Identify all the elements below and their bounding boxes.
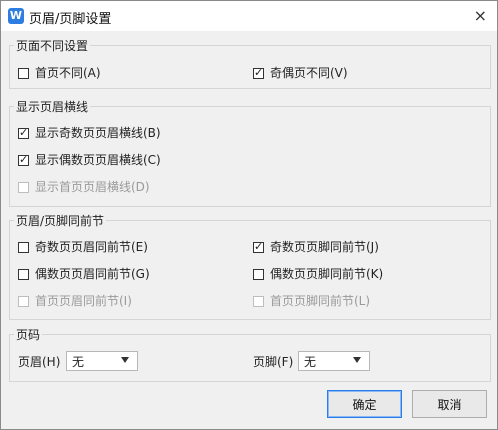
close-icon[interactable]: × bbox=[474, 6, 487, 25]
first-footer-same-label: 首页页脚同前节(L) bbox=[270, 294, 371, 308]
even-footer-same-checkbox[interactable]: 偶数页页脚同前节(K) bbox=[253, 266, 383, 282]
odd-header-line-checkbox[interactable]: 显示奇数页页眉横线(B) bbox=[18, 125, 161, 141]
same-as-previous-group-title: 页眉/页脚同前节 bbox=[16, 214, 105, 228]
footer-position-label: 页脚(F) bbox=[253, 355, 294, 369]
first-header-line-checkbox[interactable]: 显示首页页眉横线(D) bbox=[18, 179, 150, 195]
first-footer-same-checkbox[interactable]: 首页页脚同前节(L) bbox=[253, 293, 370, 309]
wps-writer-icon: W bbox=[8, 8, 24, 24]
odd-header-same-label: 奇数页页眉同前节(E) bbox=[35, 240, 148, 254]
header-position-label: 页眉(H) bbox=[18, 355, 61, 369]
checkbox-box[interactable] bbox=[18, 241, 29, 253]
odd-footer-same-checkbox[interactable]: 奇数页页脚同前节(J) bbox=[253, 239, 379, 255]
first-header-same-label: 首页页眉同前节(I) bbox=[35, 294, 132, 308]
odd-header-same-checkbox[interactable]: 奇数页页眉同前节(E) bbox=[18, 239, 148, 255]
ok-button[interactable]: 确定 bbox=[327, 390, 402, 418]
odd-even-different-checkbox[interactable]: 奇偶页不同(V) bbox=[253, 65, 348, 81]
footer-position-value: 无 bbox=[304, 354, 317, 369]
even-header-line-label: 显示偶数页页眉横线(C) bbox=[35, 153, 161, 167]
checkbox-box[interactable] bbox=[253, 241, 264, 253]
checkbox-box[interactable] bbox=[18, 67, 29, 79]
footer-position-select[interactable]: 无 bbox=[298, 351, 370, 371]
dialog-title: 页眉/页脚设置 bbox=[29, 12, 112, 27]
checkbox-box[interactable] bbox=[18, 268, 29, 280]
chevron-down-icon[interactable] bbox=[353, 357, 361, 363]
cancel-button[interactable]: 取消 bbox=[412, 390, 487, 418]
odd-header-line-label: 显示奇数页页眉横线(B) bbox=[35, 126, 161, 140]
even-header-same-checkbox[interactable]: 偶数页页眉同前节(G) bbox=[18, 266, 150, 282]
first-header-line-label: 显示首页页眉横线(D) bbox=[35, 180, 150, 194]
checkbox-box[interactable] bbox=[18, 181, 29, 193]
odd-even-different-label: 奇偶页不同(V) bbox=[270, 66, 348, 80]
checkbox-box[interactable] bbox=[253, 268, 264, 280]
page-number-group-title: 页码 bbox=[16, 328, 41, 342]
even-header-same-label: 偶数页页眉同前节(G) bbox=[35, 267, 150, 281]
checkbox-box[interactable] bbox=[253, 295, 264, 307]
checkbox-box[interactable] bbox=[253, 67, 264, 79]
first-page-different-label: 首页不同(A) bbox=[35, 66, 101, 80]
chevron-down-icon[interactable] bbox=[121, 357, 129, 363]
odd-footer-same-label: 奇数页页脚同前节(J) bbox=[270, 240, 379, 254]
header-position-value: 无 bbox=[72, 354, 85, 369]
first-header-same-checkbox[interactable]: 首页页眉同前节(I) bbox=[18, 293, 132, 309]
header-line-group-title: 显示页眉横线 bbox=[16, 100, 89, 114]
checkbox-box[interactable] bbox=[18, 295, 29, 307]
page-diff-group: 页面不同设置 bbox=[9, 37, 491, 89]
header-position-select[interactable]: 无 bbox=[66, 351, 138, 371]
even-footer-same-label: 偶数页页脚同前节(K) bbox=[270, 267, 384, 281]
title-bar: W 页眉/页脚设置 × bbox=[1, 1, 497, 31]
first-page-different-checkbox[interactable]: 首页不同(A) bbox=[18, 65, 101, 81]
checkbox-box[interactable] bbox=[18, 127, 29, 139]
even-header-line-checkbox[interactable]: 显示偶数页页眉横线(C) bbox=[18, 152, 161, 168]
checkbox-box[interactable] bbox=[18, 154, 29, 166]
header-footer-settings-dialog: W 页眉/页脚设置 × 页面不同设置 首页不同(A) 奇偶页不同(V) 显示页眉… bbox=[0, 0, 498, 430]
page-diff-group-title: 页面不同设置 bbox=[16, 39, 89, 53]
